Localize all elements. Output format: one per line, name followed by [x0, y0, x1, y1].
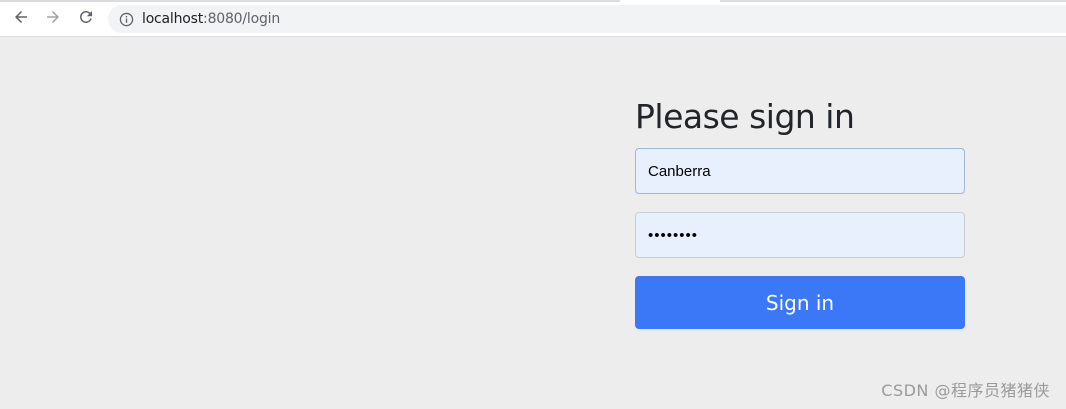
reload-icon	[77, 8, 95, 30]
sign-in-button[interactable]: Sign in	[635, 276, 965, 329]
watermark: CSDN @程序员猪猪侠	[881, 381, 1050, 400]
forward-button[interactable]	[42, 8, 64, 30]
back-button[interactable]	[10, 8, 32, 30]
tab-strip-divider	[720, 0, 1066, 2]
reload-button[interactable]	[75, 8, 97, 30]
username-input[interactable]	[635, 148, 965, 194]
tab-strip-divider	[0, 0, 620, 2]
login-page: Please sign in •••••••• Sign in CSDN @程序…	[0, 37, 1066, 409]
page-title: Please sign in	[635, 97, 855, 136]
url-host: localhost	[142, 11, 204, 27]
url-text: localhost:8080/login	[142, 11, 280, 27]
signin-form: Please sign in •••••••• Sign in	[635, 97, 965, 329]
back-arrow-icon	[12, 8, 30, 30]
password-mask: ••••••••	[648, 226, 699, 244]
url-path: :8080/login	[203, 11, 281, 27]
password-input[interactable]: ••••••••	[635, 212, 965, 258]
browser-toolbar: localhost:8080/login	[0, 0, 1066, 37]
info-icon[interactable]	[118, 11, 134, 27]
forward-arrow-icon	[44, 8, 62, 30]
address-bar[interactable]: localhost:8080/login	[108, 5, 1066, 33]
